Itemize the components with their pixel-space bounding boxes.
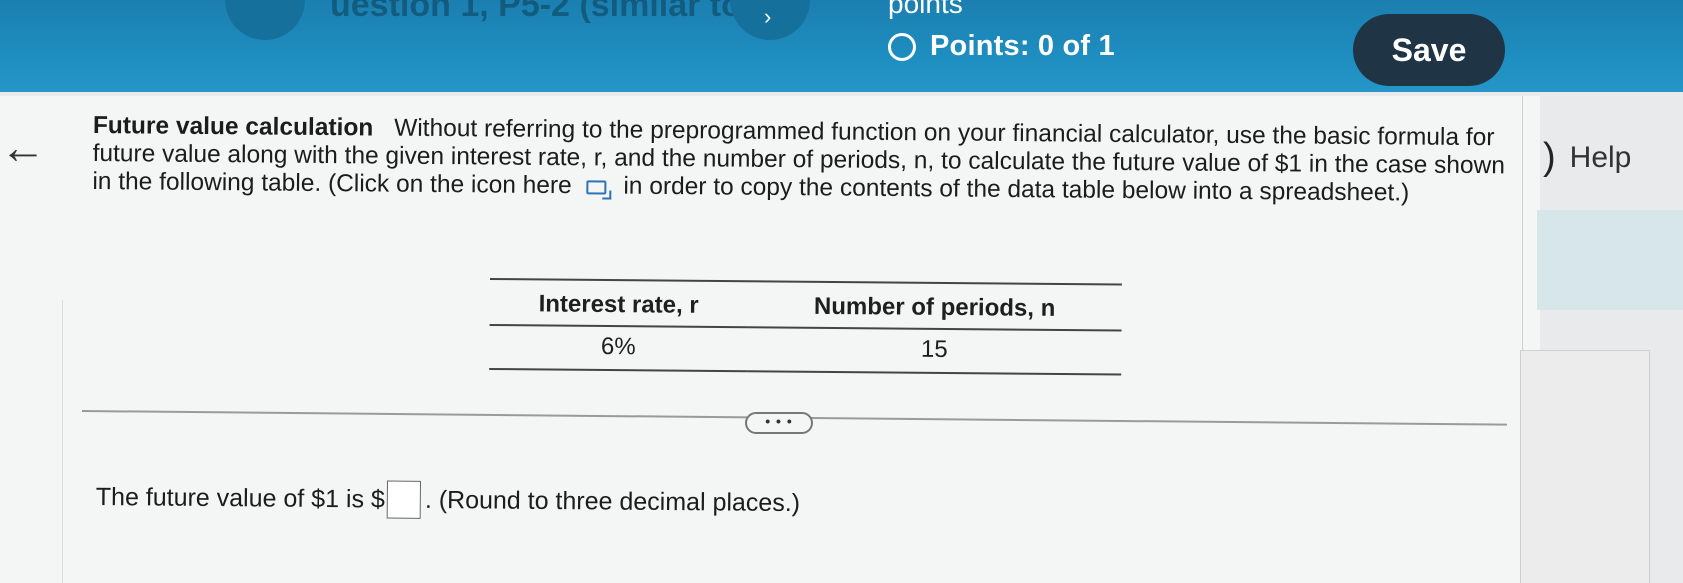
answer-prefix: The future value of $1 is $ — [95, 482, 386, 514]
copy-to-spreadsheet-icon[interactable] — [586, 179, 607, 195]
answer-suffix: . (Round to three decimal places.) — [424, 485, 801, 517]
table-row: 6% 15 — [489, 324, 1122, 375]
data-table: Interest rate, r Number of periods, n 6%… — [489, 278, 1122, 376]
question-title: uestion 1, P5-2 (similar to) — [330, 0, 754, 24]
points-caption: points — [888, 0, 963, 19]
cell-number-of-periods: 15 — [747, 327, 1122, 375]
header-number-of-periods: Number of periods, n — [747, 281, 1122, 331]
table-header-row: Interest rate, r Number of periods, n — [489, 278, 1122, 331]
previous-question-button[interactable] — [225, 0, 305, 40]
question-title-bold: Future value calculation — [92, 112, 374, 142]
back-arrow-icon[interactable]: ← — [0, 120, 46, 174]
question-body-part2: in order to copy the contents of the dat… — [623, 172, 1410, 207]
points-label: Points: 0 of 1 — [930, 30, 1115, 62]
header-interest-rate: Interest rate, r — [489, 278, 748, 328]
help-paren-icon: ) — [1543, 136, 1556, 178]
help-link[interactable]: ) Help — [1543, 136, 1631, 179]
points-indicator: Points: 0 of 1 — [888, 30, 1115, 63]
cell-interest-rate: 6% — [489, 324, 748, 372]
chevron-right-icon: › — [764, 4, 772, 29]
future-value-input[interactable] — [386, 480, 422, 519]
question-text: Future value calculation Without referri… — [92, 112, 1513, 208]
answer-line: The future value of $1 is $ . (Round to … — [96, 478, 801, 522]
points-status-circle-icon — [888, 32, 916, 61]
side-box — [1520, 350, 1650, 583]
help-label[interactable]: Help — [1570, 141, 1632, 175]
side-panel — [1537, 210, 1683, 310]
expand-more-button[interactable]: • • • — [745, 412, 813, 434]
left-margin-line — [62, 300, 63, 583]
top-header-bar: uestion 1, P5-2 (similar to) › points Po… — [0, 0, 1683, 92]
save-button[interactable]: Save — [1353, 14, 1505, 86]
next-question-button[interactable]: › — [730, 0, 810, 40]
